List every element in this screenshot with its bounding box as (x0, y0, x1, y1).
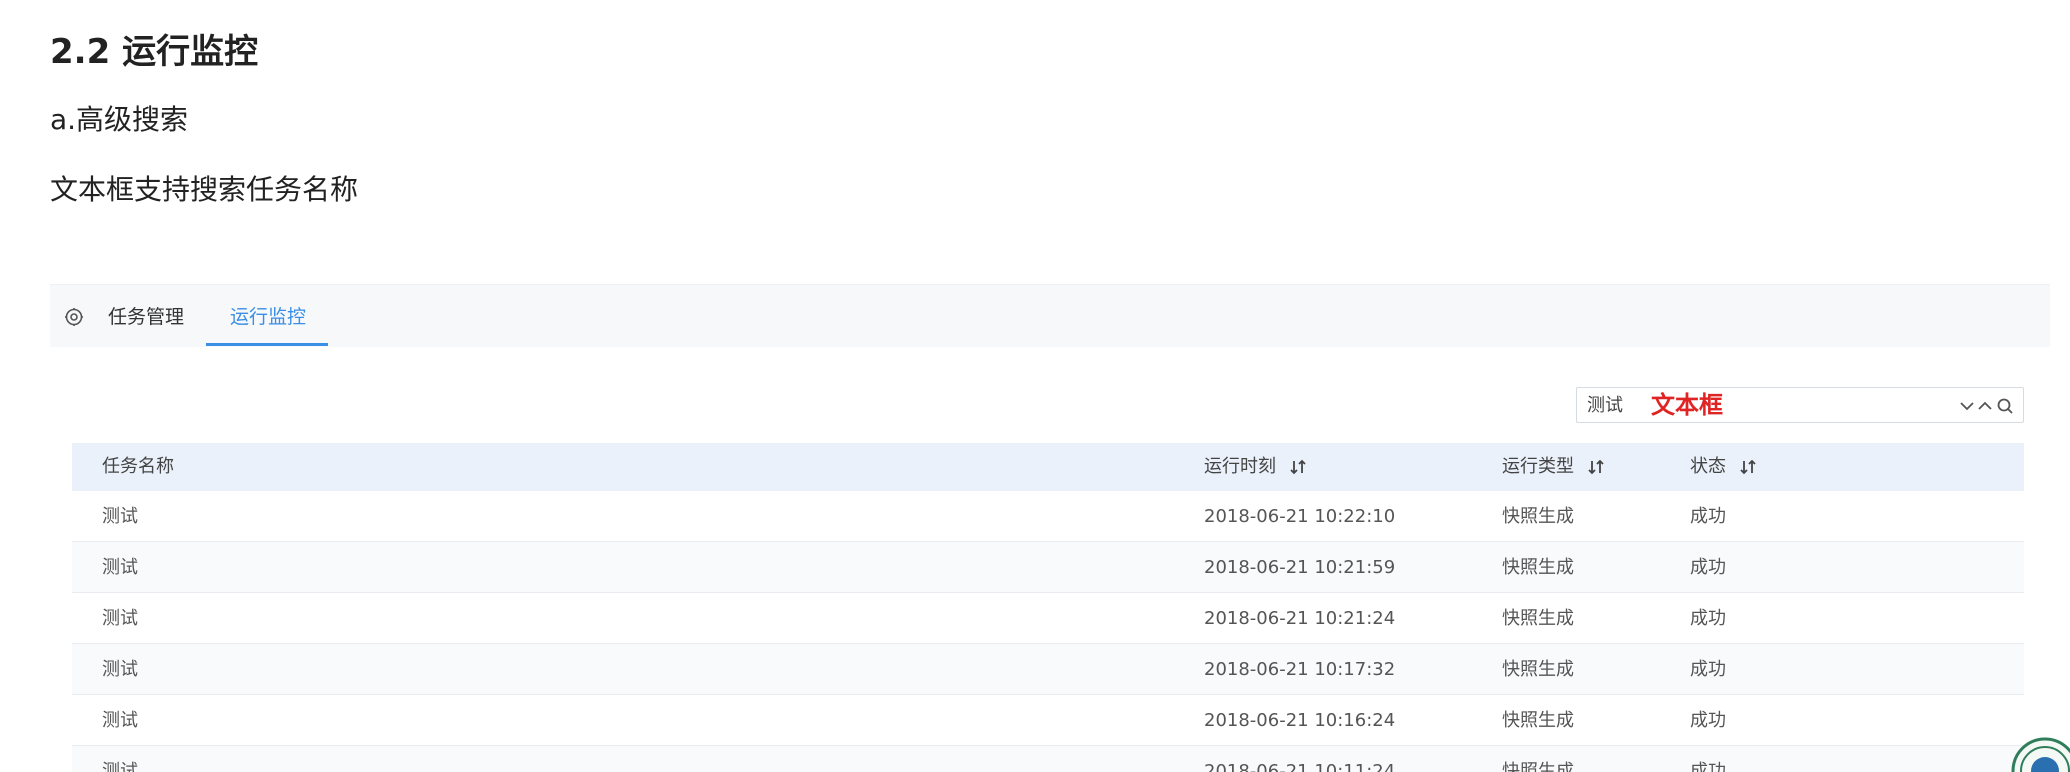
sort-icon[interactable] (1288, 459, 1308, 475)
search-input[interactable]: 测试 文本框 (1576, 387, 2024, 423)
tab-bar: 任务管理 运行监控 (50, 285, 2050, 347)
seal-logo-icon (2011, 737, 2070, 772)
cell-task-name: 测试 (102, 608, 138, 629)
cell-status: 成功 (1690, 659, 1726, 680)
chevron-up-icon[interactable] (1975, 396, 1995, 416)
cell-run-time: 2018-06-21 10:16:24 (1204, 710, 1396, 731)
tab-run-monitor[interactable]: 运行监控 (230, 303, 306, 331)
header-run-type[interactable]: 运行类型 (1502, 455, 1606, 479)
cell-run-time: 2018-06-21 10:22:10 (1204, 506, 1396, 527)
header-run-type-label: 运行类型 (1502, 456, 1574, 477)
chevron-down-icon[interactable] (1957, 396, 1977, 416)
app-screenshot-panel: 任务管理 运行监控 测试 文本框 任务名称 运行时刻 运行类型 状态 测试 20… (50, 284, 2050, 772)
cell-run-type: 快照生成 (1502, 506, 1574, 527)
cell-run-time: 2018-06-21 10:21:59 (1204, 557, 1396, 578)
cell-task-name: 测试 (102, 710, 138, 731)
cell-run-type: 快照生成 (1502, 608, 1574, 629)
cell-task-name: 测试 (102, 659, 138, 680)
cell-task-name: 测试 (102, 506, 138, 527)
active-tab-indicator (206, 343, 328, 346)
cell-run-time: 2018-06-21 10:11:24 (1204, 761, 1396, 772)
table-row[interactable]: 测试 2018-06-21 10:21:59 快照生成 成功 (72, 542, 2024, 593)
header-run-time-label: 运行时刻 (1204, 456, 1276, 477)
cell-status: 成功 (1690, 608, 1726, 629)
header-run-time[interactable]: 运行时刻 (1204, 455, 1308, 479)
table-row[interactable]: 测试 2018-06-21 10:17:32 快照生成 成功 (72, 644, 2024, 695)
table-row[interactable]: 测试 2018-06-21 10:16:24 快照生成 成功 (72, 695, 2024, 746)
cell-task-name: 测试 (102, 557, 138, 578)
header-task-name: 任务名称 (102, 456, 174, 477)
cell-run-type: 快照生成 (1502, 659, 1574, 680)
sort-icon[interactable] (1738, 459, 1758, 475)
search-value: 测试 (1587, 395, 1623, 416)
section-heading: 2.2 运行监控 (50, 32, 259, 72)
cell-status: 成功 (1690, 557, 1726, 578)
cell-run-type: 快照生成 (1502, 761, 1574, 772)
monitor-content: 测试 文本框 任务名称 运行时刻 运行类型 状态 测试 2018-06-21 1… (50, 347, 2050, 772)
table-header: 任务名称 运行时刻 运行类型 状态 (72, 443, 2024, 491)
header-status[interactable]: 状态 (1690, 455, 1758, 479)
cell-status: 成功 (1690, 710, 1726, 731)
cell-run-type: 快照生成 (1502, 557, 1574, 578)
header-status-label: 状态 (1690, 456, 1726, 477)
search-icon[interactable] (1995, 396, 2015, 416)
tab-task-management[interactable]: 任务管理 (108, 303, 184, 331)
table-row[interactable]: 测试 2018-06-21 10:11:24 快照生成 成功 (72, 746, 2024, 772)
table-row[interactable]: 测试 2018-06-21 10:21:24 快照生成 成功 (72, 593, 2024, 644)
task-run-table: 任务名称 运行时刻 运行类型 状态 测试 2018-06-21 10:22:10… (72, 443, 2024, 772)
subsection-heading: a.高级搜索 (50, 103, 189, 136)
gear-icon[interactable] (64, 307, 84, 327)
cell-run-time: 2018-06-21 10:17:32 (1204, 659, 1396, 680)
cell-run-type: 快照生成 (1502, 710, 1574, 731)
document-page: 2.2 运行监控 a.高级搜索 文本框支持搜索任务名称 任务管理 运行监控 测试 (0, 0, 2070, 772)
description-text: 文本框支持搜索任务名称 (50, 173, 359, 206)
table-row[interactable]: 测试 2018-06-21 10:22:10 快照生成 成功 (72, 491, 2024, 542)
cell-run-time: 2018-06-21 10:21:24 (1204, 608, 1396, 629)
cell-status: 成功 (1690, 761, 1726, 772)
cell-task-name: 测试 (102, 761, 138, 772)
annotation-label: 文本框 (1651, 391, 1723, 419)
cell-status: 成功 (1690, 506, 1726, 527)
sort-icon[interactable] (1586, 459, 1606, 475)
